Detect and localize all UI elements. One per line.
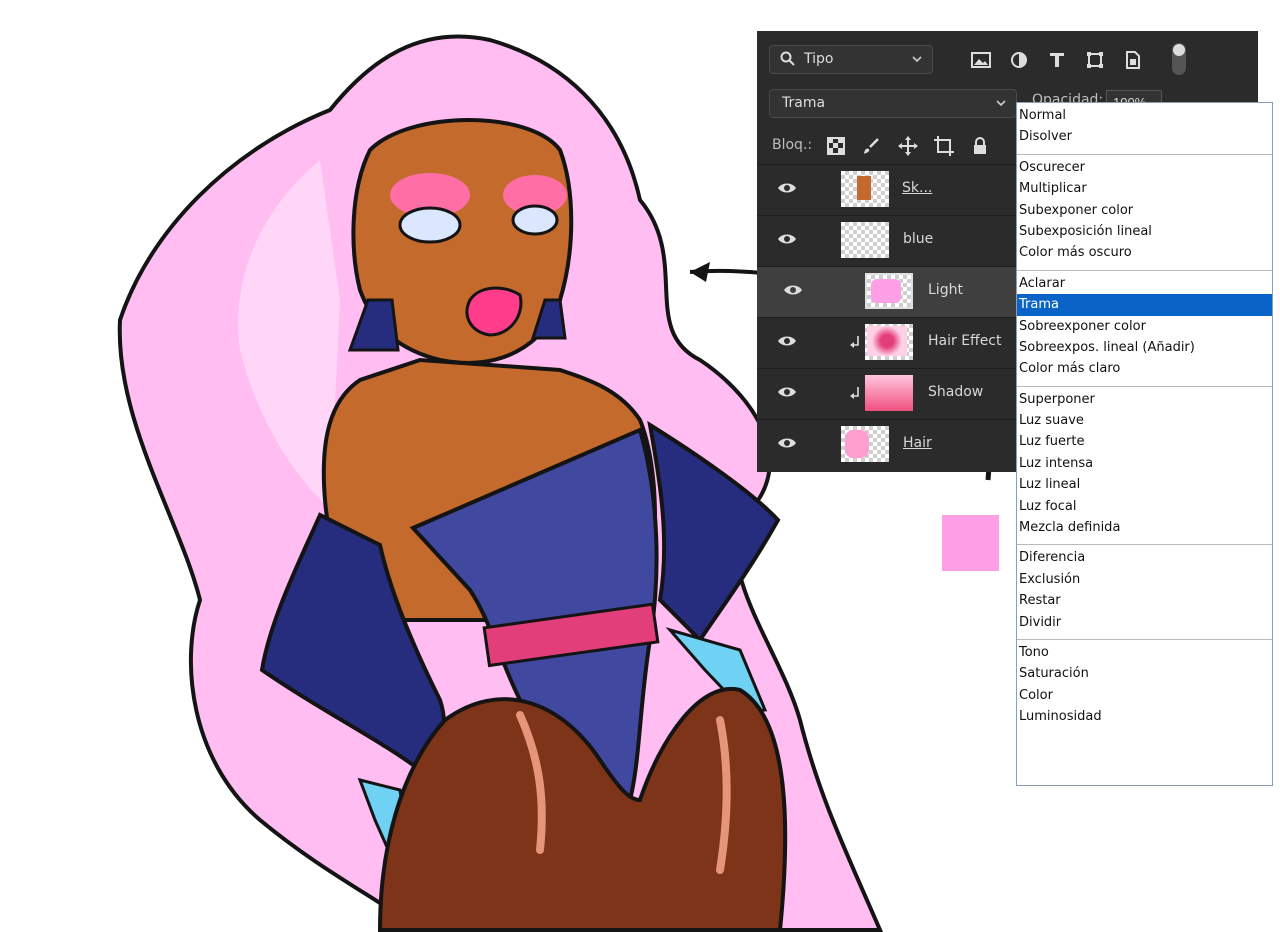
blend-mode-option[interactable]: Restar <box>1017 590 1272 611</box>
blend-mode-option[interactable]: Luz intensa <box>1017 453 1272 474</box>
blend-mode-option[interactable]: Aclarar <box>1017 273 1272 294</box>
blend-mode-option[interactable]: Superponer <box>1017 389 1272 410</box>
layer-name: blue <box>903 231 934 247</box>
eye-icon[interactable] <box>777 232 797 250</box>
lock-icons <box>825 135 991 157</box>
blend-mode-option[interactable]: Subexponer color <box>1017 200 1272 221</box>
layer-thumbnail <box>841 171 889 207</box>
blend-menu-group: Superponer Luz suave Luz fuerte Luz intensa… <box>1017 387 1272 546</box>
eye-icon[interactable] <box>777 385 797 403</box>
blend-mode-option[interactable]: Sobreexponer color <box>1017 316 1272 337</box>
blend-mode-option[interactable]: Subexposición lineal <box>1017 221 1272 242</box>
blend-mode-option[interactable]: Luz focal <box>1017 496 1272 517</box>
layer-thumbnail <box>865 324 913 360</box>
arrow-head-character <box>690 262 710 282</box>
image-filter-icon[interactable] <box>969 48 993 72</box>
blend-mode-option[interactable]: Luz suave <box>1017 410 1272 431</box>
layer-name: Hair <box>903 435 932 451</box>
eye-icon[interactable] <box>777 436 797 454</box>
layer-name: Sk... <box>902 180 933 196</box>
eye-icon[interactable] <box>777 181 797 199</box>
blend-mode-option[interactable]: Saturación <box>1017 663 1272 684</box>
layer-thumbnail <box>865 273 913 309</box>
toggle-knob <box>1173 44 1185 56</box>
filter-kind-select[interactable]: Tipo <box>769 45 933 74</box>
blend-menu-group: Tono Saturación Color Luminosidad <box>1017 640 1272 734</box>
left-eye <box>398 206 462 244</box>
blend-menu-group: Normal Disolver <box>1017 103 1272 155</box>
blend-mode-option[interactable]: Color más claro <box>1017 358 1272 379</box>
lock-artboard-icon[interactable] <box>933 135 955 157</box>
blend-mode-option[interactable]: Disolver <box>1017 126 1272 147</box>
blend-mode-option[interactable]: Exclusión <box>1017 569 1272 590</box>
right-eye <box>511 204 559 236</box>
filter-toggle[interactable] <box>1172 43 1186 75</box>
blend-mode-option[interactable]: Mezcla definida <box>1017 517 1272 538</box>
blend-mode-option[interactable]: Luminosidad <box>1017 706 1272 727</box>
type-filter-icon[interactable] <box>1045 48 1069 72</box>
blend-mode-select[interactable]: Trama <box>769 89 1017 118</box>
blend-mode-option[interactable]: Normal <box>1017 105 1272 126</box>
eye-icon[interactable] <box>777 334 797 352</box>
blend-mode-option[interactable]: Color <box>1017 685 1272 706</box>
blend-mode-option[interactable]: Diferencia <box>1017 547 1272 568</box>
filter-kind-label: Tipo <box>804 51 834 67</box>
search-icon <box>780 51 796 71</box>
layer-name: Hair Effect <box>928 333 1002 349</box>
smart-object-filter-icon[interactable] <box>1121 48 1145 72</box>
light-color-swatch <box>942 515 999 571</box>
lock-all-icon[interactable] <box>969 135 991 157</box>
blend-mode-option[interactable]: Trama <box>1017 294 1272 316</box>
clipping-arrow-icon <box>849 386 861 404</box>
layer-thumbnail <box>841 426 889 462</box>
shape-filter-icon[interactable] <box>1083 48 1107 72</box>
clipping-arrow-icon <box>849 335 861 353</box>
filter-row: Tipo <box>757 31 1258 89</box>
lock-transparent-icon[interactable] <box>825 135 847 157</box>
chevron-down-icon <box>994 96 1008 114</box>
blend-menu-group: Oscurecer Multiplicar Subexponer color Sube… <box>1017 155 1272 271</box>
blend-mode-option[interactable]: Luz lineal <box>1017 474 1272 495</box>
lock-label: Bloq.: <box>772 137 813 153</box>
lock-paint-icon[interactable] <box>861 135 883 157</box>
blend-menu-group: Diferencia Exclusión Restar Dividir <box>1017 545 1272 640</box>
blend-mode-option[interactable]: Tono <box>1017 642 1272 663</box>
blend-mode-option[interactable]: Sobreexpos. lineal (Añadir) <box>1017 337 1272 358</box>
filter-icons <box>969 48 1145 72</box>
layer-thumbnail <box>865 375 913 411</box>
layer-thumbnail <box>841 222 889 258</box>
blend-mode-option[interactable]: Oscurecer <box>1017 157 1272 178</box>
blend-mode-option[interactable]: Dividir <box>1017 612 1272 633</box>
adjustment-filter-icon[interactable] <box>1007 48 1031 72</box>
layer-name: Light <box>928 282 963 298</box>
blend-mode-option[interactable]: Color más oscuro <box>1017 242 1272 263</box>
eye-icon[interactable] <box>783 283 803 301</box>
chevron-down-icon <box>910 52 924 70</box>
blend-mode-value: Trama <box>782 95 826 111</box>
blend-mode-option[interactable]: Multiplicar <box>1017 178 1272 199</box>
blend-mode-option[interactable]: Luz fuerte <box>1017 431 1272 452</box>
blend-menu-group: Aclarar Trama Sobreexponer color Sobreexpos… <box>1017 271 1272 387</box>
layer-name: Shadow <box>928 384 984 400</box>
lock-move-icon[interactable] <box>897 135 919 157</box>
blend-mode-menu: Normal Disolver Oscurecer Multiplicar Subexp… <box>1016 102 1273 786</box>
